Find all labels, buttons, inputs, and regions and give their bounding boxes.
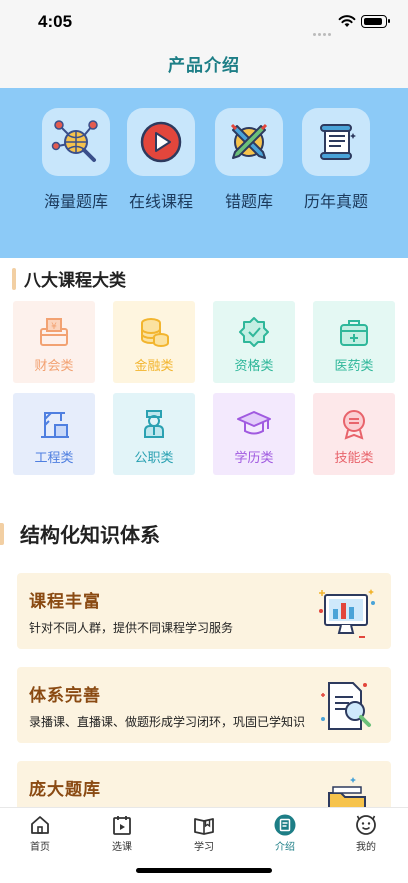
home-indicator <box>136 868 272 873</box>
category-academic-degree[interactable]: 学历类 <box>213 393 295 475</box>
course-select-icon <box>113 816 131 835</box>
feature-card-rich-courses[interactable]: 课程丰富 针对不同人群，提供不同课程学习服务 <box>17 573 391 649</box>
category-qualification[interactable]: 资格类 <box>213 301 295 383</box>
crane-icon <box>41 412 69 438</box>
book-icon <box>194 818 214 835</box>
graduation-cap-icon <box>237 411 271 435</box>
tab-label: 首页 <box>30 842 50 853</box>
knowledge-section-header: 结构化知识体系 <box>0 519 160 548</box>
crossed-pencils-icon <box>230 123 268 159</box>
category-label: 技能类 <box>334 451 374 466</box>
categories-section-header: 八大课程大类 <box>12 266 126 291</box>
globe-magnifier-icon <box>51 120 98 162</box>
svg-text:¥: ¥ <box>51 322 57 332</box>
quick-link-past-exams[interactable]: 历年真题 <box>291 108 381 212</box>
category-finance[interactable]: 金融类 <box>113 301 195 383</box>
category-engineering[interactable]: 工程类 <box>13 393 95 475</box>
document-magnifier-icon <box>321 682 371 730</box>
feature-title: 课程丰富 <box>29 592 101 612</box>
category-label: 金融类 <box>134 359 174 374</box>
section-accent-bar <box>0 522 4 545</box>
status-bar: 4:05 <box>0 0 408 44</box>
medical-kit-icon <box>340 320 368 346</box>
battery-icon <box>361 15 390 28</box>
page-title: 产品介绍 <box>168 56 240 76</box>
category-label: 资格类 <box>234 359 274 374</box>
tab-profile[interactable]: 我的 <box>326 808 406 853</box>
quick-link-wrong-questions[interactable]: 错题库 <box>204 108 294 212</box>
money-box-icon: ¥ <box>40 318 68 346</box>
tab-home[interactable]: 首页 <box>0 808 80 853</box>
categories-section-title: 八大课程大类 <box>24 271 126 291</box>
feature-title: 庞大题库 <box>29 780 101 800</box>
category-medicine[interactable]: 医药类 <box>313 301 395 383</box>
category-skills[interactable]: 技能类 <box>313 393 395 475</box>
quick-link-label: 历年真题 <box>303 192 368 211</box>
category-label: 医药类 <box>334 359 374 374</box>
category-accounting[interactable]: ¥ 财会类 <box>13 301 95 383</box>
officer-icon <box>144 410 164 438</box>
feature-description: 针对不同人群，提供不同课程学习服务 <box>29 621 234 635</box>
feature-card-complete-system[interactable]: 体系完善 录播课、直播课、做题形成学习闭环，巩固已学知识 <box>17 667 391 743</box>
badge-icon <box>239 317 269 347</box>
tab-course-select[interactable]: 选课 <box>82 808 162 853</box>
quick-link-online-courses[interactable]: 在线课程 <box>116 108 206 212</box>
tab-label: 我的 <box>356 842 376 853</box>
category-label: 工程类 <box>34 451 74 466</box>
quick-link-label: 海量题库 <box>43 192 108 211</box>
category-label: 公职类 <box>134 451 174 466</box>
quick-link-label: 错题库 <box>224 192 273 211</box>
signal-dots-icon <box>313 21 333 36</box>
quick-link-label: 在线课程 <box>128 192 193 211</box>
play-icon <box>140 121 182 163</box>
feature-title: 体系完善 <box>29 686 101 706</box>
tab-label: 选课 <box>112 842 132 853</box>
wifi-icon <box>338 15 356 27</box>
section-accent-bar <box>12 267 16 290</box>
coins-icon <box>141 318 169 347</box>
quick-link-question-bank[interactable]: 海量题库 <box>31 108 121 212</box>
feature-description: 录播课、直播课、做题形成学习闭环，巩固已学知识 <box>29 715 306 729</box>
tab-study[interactable]: 学习 <box>164 808 244 853</box>
tab-intro[interactable]: 介绍 <box>245 808 325 853</box>
intro-icon <box>274 814 296 836</box>
tab-label: 学习 <box>194 842 214 853</box>
monitor-chart-icon <box>319 589 375 638</box>
category-label: 学历类 <box>234 451 274 466</box>
knowledge-section-title: 结构化知识体系 <box>20 523 160 547</box>
nav-bar: 产品介绍 <box>0 44 408 88</box>
tab-label: 介绍 <box>275 842 295 853</box>
skill-badge-icon <box>343 410 365 440</box>
banner: 海量题库 在线课程 错题库 历年真题 <box>0 88 408 258</box>
scroll-icon <box>320 124 356 160</box>
category-label: 财会类 <box>34 359 74 374</box>
status-time: 4:05 <box>38 12 73 31</box>
screen: 4:05 产品介绍 海量题库 在线课程 错题库 历年真题 八大课程大类 ¥ 财会… <box>0 0 408 883</box>
home-icon <box>31 816 49 834</box>
category-civil-service[interactable]: 公职类 <box>113 393 195 475</box>
profile-icon <box>356 815 376 835</box>
